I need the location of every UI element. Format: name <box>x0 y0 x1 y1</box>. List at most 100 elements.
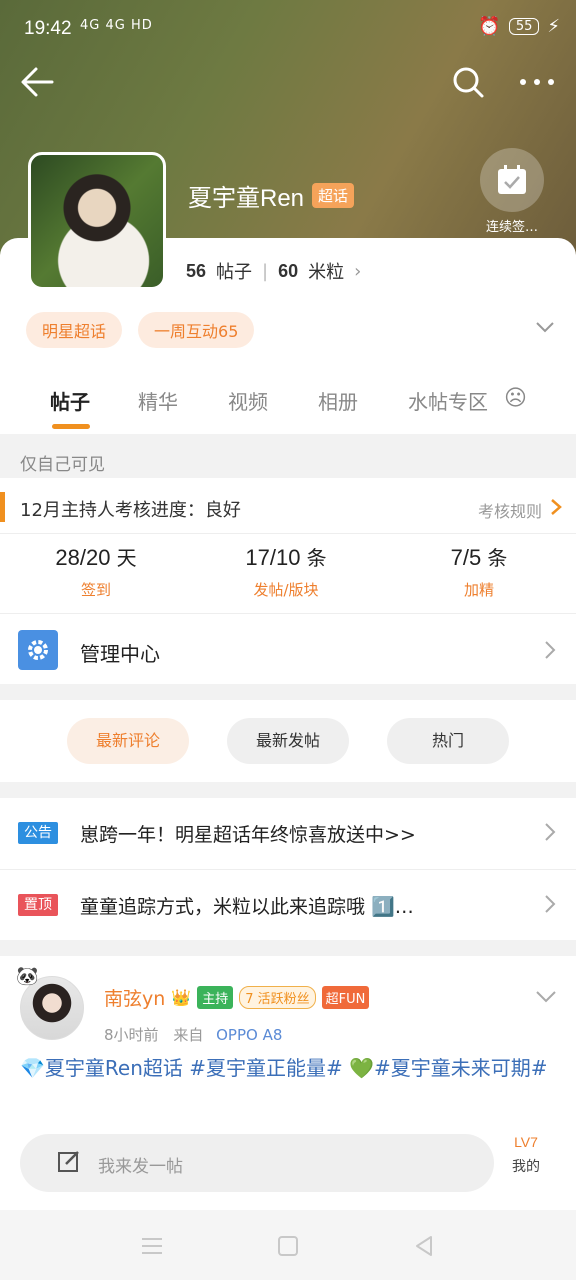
arrow-left-icon <box>21 67 54 97</box>
announcement-list: 公告 崽跨一年！明星超话年终惊喜放送中>> 置顶 童童追踪方式，米粒以此来追踪哦… <box>0 798 576 940</box>
topic-title-row: 夏宇童Ren 超话 <box>188 178 355 213</box>
my-profile-button[interactable]: LV7 我的 <box>512 1134 540 1176</box>
my-label: 我的 <box>512 1159 540 1175</box>
sort-options: 最新评论 最新发帖 热门 <box>0 700 576 782</box>
sort-hot[interactable]: 热门 <box>387 718 509 764</box>
announcement-text: 崽跨一年！明星超话年终惊喜放送中>> <box>80 824 416 846</box>
author-row: 南弦yn 👑 主持 7 活跃粉丝 超FUN <box>104 984 370 1011</box>
pinned-badge: 置顶 <box>18 894 58 916</box>
metric-label: 发帖/版块 <box>253 581 319 599</box>
chevron-down-icon <box>536 322 554 333</box>
tag-interaction[interactable]: 一周互动65 <box>138 312 255 348</box>
checkin-label: 连续签… <box>485 220 538 235</box>
top-navigation <box>0 56 576 106</box>
post-time: 8小时前 <box>104 1026 159 1044</box>
super-fun-badge: 超FUN <box>321 986 370 1009</box>
status-time: 19:42 <box>24 18 72 39</box>
post-meta: 8小时前 来自 OPPO A8 <box>104 1024 282 1045</box>
search-button[interactable] <box>448 62 488 102</box>
tab-posts[interactable]: 帖子 <box>50 386 90 415</box>
sort-latest-comment[interactable]: 最新评论 <box>67 718 189 764</box>
more-dots-icon <box>520 79 554 85</box>
alarm-icon: ⏰ <box>478 16 501 37</box>
tab-water-posts[interactable]: 水帖专区 <box>408 386 488 415</box>
host-badge: 主持 <box>197 986 234 1009</box>
battery-indicator: 55 <box>508 18 540 35</box>
announcement-item[interactable]: 公告 崽跨一年！明星超话年终惊喜放送中>> <box>0 798 576 868</box>
tab-featured[interactable]: 精华 <box>138 386 178 415</box>
posts-label: 帖子 <box>216 262 253 283</box>
chevron-right-icon: › <box>354 260 362 282</box>
metric-checkin: 28/20 天 签到 <box>48 542 144 600</box>
manage-center-label: 管理中心 <box>80 642 160 666</box>
tag-category[interactable]: 明星超话 <box>26 312 123 348</box>
search-icon <box>453 67 484 98</box>
metric-posts: 17/10 条 发帖/版块 <box>238 542 334 600</box>
compose-post-input[interactable]: 我来发一帖 <box>20 1134 494 1192</box>
edit-icon <box>58 1151 79 1172</box>
pinned-item[interactable]: 置顶 童童追踪方式，米粒以此来追踪哦 1️⃣… <box>0 869 576 939</box>
accent-bar <box>0 492 5 522</box>
back-button[interactable] <box>18 62 58 102</box>
user-level-icon: LV7 <box>514 1134 538 1150</box>
rice-label: 米粒 <box>308 262 345 283</box>
posts-count: 56 <box>186 260 207 281</box>
gear-icon <box>18 630 58 670</box>
topic-title: 夏宇童Ren <box>188 185 305 212</box>
chevron-right-icon <box>551 499 562 515</box>
super-topic-badge: 超话 <box>312 183 355 208</box>
chevron-down-icon[interactable] <box>534 986 558 1006</box>
post-from-label: 来自 <box>173 1026 204 1044</box>
visibility-note-bar: 仅自己可见 <box>0 434 576 478</box>
tab-album[interactable]: 相册 <box>318 386 358 415</box>
metric-value: 28/20 <box>55 545 111 570</box>
topic-stats[interactable]: 56 帖子 | 60 米粒 › <box>186 258 361 284</box>
tab-videos[interactable]: 视频 <box>228 386 268 415</box>
metric-unit: 条 <box>306 546 327 570</box>
notice-badge: 公告 <box>18 822 58 844</box>
compose-placeholder: 我来发一帖 <box>98 1157 183 1177</box>
assessment-rules-link[interactable]: 考核规则 <box>478 498 542 522</box>
system-navigation-bar <box>0 1210 576 1280</box>
assessment-metrics: 28/20 天 签到 17/10 条 发帖/版块 7/5 条 加精 <box>0 534 576 614</box>
feed-post[interactable]: 🐼 南弦yn 👑 主持 7 活跃粉丝 超FUN 8小时前 来自 OPPO A8 … <box>0 956 576 1118</box>
metric-label: 签到 <box>80 581 111 599</box>
post-device: OPPO A8 <box>216 1026 283 1044</box>
chevron-right-icon <box>545 895 556 913</box>
calendar-check-icon <box>498 165 526 194</box>
bottom-composer-bar: 我来发一帖 LV7 我的 <box>0 1118 576 1210</box>
rice-count: 60 <box>278 260 299 281</box>
topic-tags: 明星超话 一周互动65 <box>26 312 255 348</box>
metric-value: 7/5 <box>450 545 482 570</box>
checkin-button[interactable]: 连续签… <box>478 148 546 238</box>
sticker-face-icon: ☹ <box>504 386 527 411</box>
network-indicator: 4G 4G HD <box>80 18 153 33</box>
manage-center-row[interactable]: 管理中心 <box>0 614 576 684</box>
sort-latest-post[interactable]: 最新发帖 <box>227 718 349 764</box>
home-icon[interactable] <box>274 1232 302 1260</box>
crown-icon: 👑 <box>171 988 192 1007</box>
active-tab-indicator <box>52 424 90 429</box>
assessment-header[interactable]: 12月主持人考核进度：良好 考核规则 <box>0 478 576 534</box>
panda-avatar-decoration-icon: 🐼 <box>16 966 39 987</box>
author-name[interactable]: 南弦yn <box>104 984 165 1011</box>
metric-label: 加精 <box>463 581 494 599</box>
metric-featured: 7/5 条 加精 <box>436 542 522 600</box>
metric-value: 17/10 <box>245 545 301 570</box>
menu-icon[interactable] <box>138 1232 166 1260</box>
host-assessment-panel: 12月主持人考核进度：良好 考核规则 28/20 天 签到 17/10 条 发帖… <box>0 478 576 684</box>
post-body[interactable]: 💎夏宇童Ren超话 #夏宇童正能量# 💚#夏宇童未来可期# <box>20 1054 560 1083</box>
stats-divider: | <box>262 260 269 282</box>
metric-unit: 条 <box>487 546 508 570</box>
charging-icon: ⚡ <box>547 16 560 37</box>
chevron-right-icon <box>545 823 556 841</box>
back-triangle-icon[interactable] <box>410 1232 438 1260</box>
visibility-note: 仅自己可见 <box>20 455 105 475</box>
chevron-right-icon <box>545 641 556 659</box>
metric-unit: 天 <box>116 546 137 570</box>
status-bar: 19:42 4G 4G HD ⏰ 55 ⚡ <box>0 0 576 56</box>
topic-avatar[interactable] <box>28 152 166 290</box>
expand-button[interactable] <box>532 314 558 340</box>
more-button[interactable] <box>515 62 559 102</box>
active-fan-badge: 7 活跃粉丝 <box>239 986 316 1009</box>
